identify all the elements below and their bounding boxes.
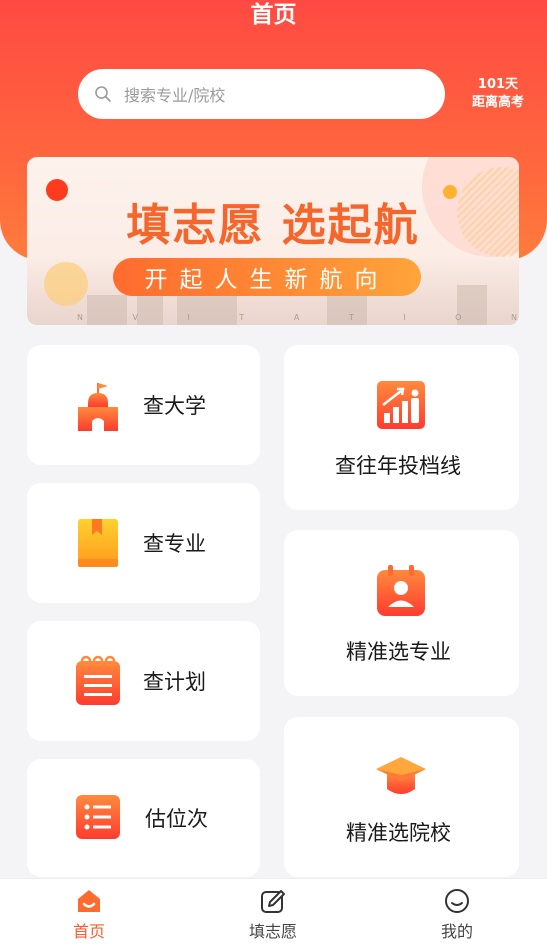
card-major[interactable]: 查专业 [27, 483, 260, 603]
tab-home[interactable]: 首页 [29, 879, 149, 947]
tab-label: 我的 [440, 922, 473, 941]
tab-mine[interactable]: 我的 [397, 879, 517, 947]
card-label: 查往年投档线 [335, 454, 461, 478]
banner-letter: N [511, 313, 517, 322]
growth-chart-icon [377, 381, 425, 429]
countdown-label: 距离高考 [471, 95, 524, 110]
card-past-scores[interactable]: 查往年投档线 [284, 345, 519, 510]
edit-icon [261, 890, 285, 913]
list-icon [76, 795, 120, 839]
banner-letter: N [77, 313, 83, 322]
search-icon [95, 86, 111, 102]
banner-headline: 填志愿 选起航 [126, 200, 420, 251]
bottom-tab-bar: 首页 填志愿 我的 [0, 878, 547, 947]
banner-letter: V [132, 313, 138, 322]
card-precise-college[interactable]: 精准选院校 [284, 717, 519, 877]
exam-countdown: 101天 距离高考 [462, 76, 534, 112]
banner-letter: A [293, 313, 300, 322]
book-icon [78, 519, 118, 567]
banner-decor-circle [44, 262, 88, 306]
card-label: 查大学 [143, 394, 206, 418]
banner-letter: I [187, 313, 190, 322]
tab-label: 首页 [72, 922, 105, 941]
tab-label: 填志愿 [248, 922, 297, 941]
card-label: 估位次 [145, 807, 208, 831]
banner-subline-pill: 开起人生新航向 [113, 258, 421, 296]
tab-apply[interactable]: 填志愿 [213, 879, 333, 947]
home-icon [78, 890, 100, 912]
card-plan[interactable]: 查计划 [27, 621, 260, 741]
notepad-icon [76, 655, 120, 705]
promo-banner[interactable]: 填志愿 选起航 开起人生新航向 N V I T A T I O N [27, 157, 519, 325]
banner-letter: I [403, 313, 406, 322]
banner-letters: N V I T A T I O N [77, 313, 517, 322]
banner-letter: O [455, 313, 462, 322]
page-title: 首页 [250, 2, 297, 28]
smiley-icon [445, 889, 469, 913]
card-label: 查专业 [143, 532, 206, 556]
card-precise-major[interactable]: 精准选专业 [284, 530, 519, 696]
banner-subline: 开起人生新航向 [144, 267, 390, 293]
card-rank[interactable]: 估位次 [27, 759, 260, 877]
card-university[interactable]: 查大学 [27, 345, 260, 465]
banner-letter: T [239, 313, 245, 322]
search-input[interactable]: 搜索专业/院校 [78, 69, 445, 119]
search-placeholder: 搜索专业/院校 [124, 86, 226, 105]
card-label: 精准选院校 [346, 821, 451, 845]
graduation-cap-icon [376, 757, 426, 794]
banner-letter: T [348, 313, 354, 322]
id-card-icon [377, 565, 425, 616]
card-label: 查计划 [143, 670, 206, 694]
school-icon [78, 383, 118, 431]
card-label: 精准选专业 [346, 640, 451, 664]
countdown-days: 101天 [477, 77, 519, 92]
